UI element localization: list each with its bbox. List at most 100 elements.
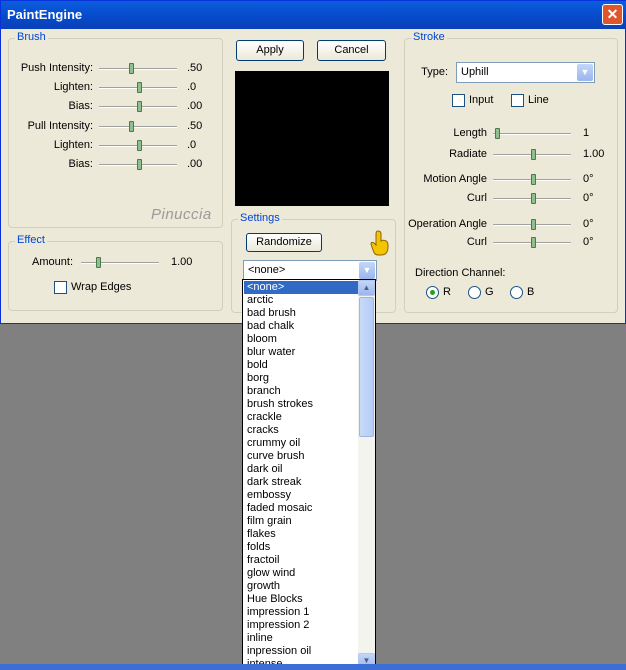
chevron-down-icon[interactable]: ▼ [359, 262, 375, 279]
type-label: Type: [421, 66, 448, 78]
brush-row-value: .0 [187, 139, 197, 151]
dropdown-option[interactable]: folds [244, 541, 359, 554]
stroke-row-value: 0° [583, 218, 594, 230]
settings-dropdown-list[interactable]: <none> arctic bad brush bad chalk bloom blur … [242, 279, 376, 670]
input-checkbox[interactable] [452, 94, 465, 107]
amount-slider-thumb[interactable] [96, 257, 101, 268]
brush-row-slider-track[interactable] [99, 126, 177, 128]
stroke-legend: Stroke [411, 31, 447, 43]
stroke-row-slider-thumb[interactable] [531, 219, 536, 230]
stroke-row-value: 1 [583, 127, 590, 139]
dropdown-option[interactable]: bad chalk [244, 320, 359, 333]
dropdown-option[interactable]: impression 2 [244, 619, 359, 632]
line-label: Line [528, 94, 549, 106]
input-label: Input [469, 94, 494, 106]
dropdown-option[interactable]: fractoil [244, 554, 359, 567]
dropdown-option[interactable]: crackle [244, 411, 359, 424]
randomize-button[interactable]: Randomize [246, 233, 322, 252]
stroke-row-label: Operation Angle [408, 218, 487, 230]
brush-row-slider-thumb[interactable] [129, 63, 134, 74]
apply-button[interactable]: Apply [236, 40, 304, 61]
title-bar[interactable]: PaintEngine ✕ [1, 1, 626, 29]
scrollbar-thumb[interactable] [359, 297, 374, 437]
dropdown-option[interactable]: embossy [244, 489, 359, 502]
dropdown-option[interactable]: borg [244, 372, 359, 385]
brush-row-value: .00 [187, 158, 203, 170]
brush-row-slider-thumb[interactable] [137, 140, 142, 151]
dropdown-option[interactable]: dark oil [244, 463, 359, 476]
cancel-button[interactable]: Cancel [317, 40, 386, 61]
brush-legend: Brush [15, 31, 48, 43]
settings-select[interactable]: <none> ▼ [243, 260, 377, 281]
dropdown-option[interactable]: flakes [244, 528, 359, 541]
brush-row-slider-thumb[interactable] [137, 101, 142, 112]
preview-canvas [235, 71, 389, 206]
dropdown-option[interactable]: film grain [244, 515, 359, 528]
channel-b-label: B [527, 286, 535, 298]
channel-r-radio[interactable] [426, 286, 439, 299]
settings-legend: Settings [238, 212, 282, 224]
dropdown-option[interactable]: inline [244, 632, 359, 645]
stroke-row-value: 0° [583, 236, 594, 248]
channel-g-label: G [485, 286, 494, 298]
dropdown-option[interactable]: inpression oil [244, 645, 359, 658]
direction-channel-label: Direction Channel: [415, 267, 506, 279]
dropdown-option[interactable]: bad brush [244, 307, 359, 320]
dropdown-option[interactable]: growth [244, 580, 359, 593]
close-icon[interactable]: ✕ [602, 4, 623, 25]
brush-row-label: Lighten: [53, 139, 93, 151]
dropdown-option[interactable]: bloom [244, 333, 359, 346]
dropdown-items: <none> arctic bad brush bad chalk bloom blur … [244, 281, 359, 669]
channel-r-label: R [443, 286, 451, 298]
arrow-up-icon[interactable]: ▲ [358, 280, 375, 296]
stroke-row-slider-thumb[interactable] [531, 237, 536, 248]
wrap-edges-checkbox[interactable] [54, 281, 67, 294]
stroke-row-value: 1.00 [583, 148, 605, 160]
chevron-down-icon[interactable]: ▼ [577, 64, 593, 81]
brush-row-value: .50 [187, 62, 203, 74]
dropdown-option[interactable]: blur water [244, 346, 359, 359]
dropdown-option[interactable]: dark streak [244, 476, 359, 489]
wrap-edges-label: Wrap Edges [71, 281, 132, 293]
effect-legend: Effect [15, 234, 47, 246]
stroke-row-slider-thumb[interactable] [531, 193, 536, 204]
dropdown-option[interactable]: curve brush [244, 450, 359, 463]
stroke-row-value: 0° [583, 192, 594, 204]
dropdown-option[interactable]: Hue Blocks [244, 593, 359, 606]
dropdown-option[interactable]: bold [244, 359, 359, 372]
brush-row-label: Bias: [68, 158, 93, 170]
brush-row-label: Lighten: [53, 81, 93, 93]
brush-row-slider-thumb[interactable] [137, 159, 142, 170]
amount-slider-track[interactable] [81, 262, 159, 264]
type-select[interactable]: Uphill ▼ [456, 62, 595, 83]
stroke-row-slider-thumb[interactable] [531, 174, 536, 185]
stroke-row-label: Curl [466, 236, 487, 248]
dropdown-option[interactable]: brush strokes [244, 398, 359, 411]
brush-row-slider-thumb[interactable] [129, 121, 134, 132]
dropdown-option[interactable]: impression 1 [244, 606, 359, 619]
line-checkbox[interactable] [511, 94, 524, 107]
taskbar [0, 664, 626, 670]
stroke-row-slider-thumb[interactable] [531, 149, 536, 160]
stroke-row-label: Radiate [449, 148, 487, 160]
stroke-row-value: 0° [583, 173, 594, 185]
stroke-row-slider-thumb[interactable] [495, 128, 500, 139]
type-select-value: Uphill [461, 66, 489, 78]
dropdown-option[interactable]: branch [244, 385, 359, 398]
dropdown-option[interactable]: <none> [244, 281, 359, 294]
dropdown-option[interactable]: glow wind [244, 567, 359, 580]
channel-b-radio[interactable] [510, 286, 523, 299]
dropdown-option[interactable]: cracks [244, 424, 359, 437]
brush-row-slider-thumb[interactable] [137, 82, 142, 93]
dropdown-scrollbar[interactable]: ▲ ▼ [358, 280, 375, 669]
dropdown-option[interactable]: arctic [244, 294, 359, 307]
effect-group: Effect [8, 234, 223, 311]
amount-value: 1.00 [171, 256, 193, 268]
dropdown-option[interactable]: faded mosaic [244, 502, 359, 515]
channel-g-radio[interactable] [468, 286, 481, 299]
dropdown-option[interactable]: crummy oil [244, 437, 359, 450]
stroke-row-slider-track[interactable] [493, 133, 571, 135]
watermark-text: Pinuccia [151, 206, 212, 223]
brush-row-slider-track[interactable] [99, 68, 177, 70]
window-title: PaintEngine [7, 7, 83, 22]
